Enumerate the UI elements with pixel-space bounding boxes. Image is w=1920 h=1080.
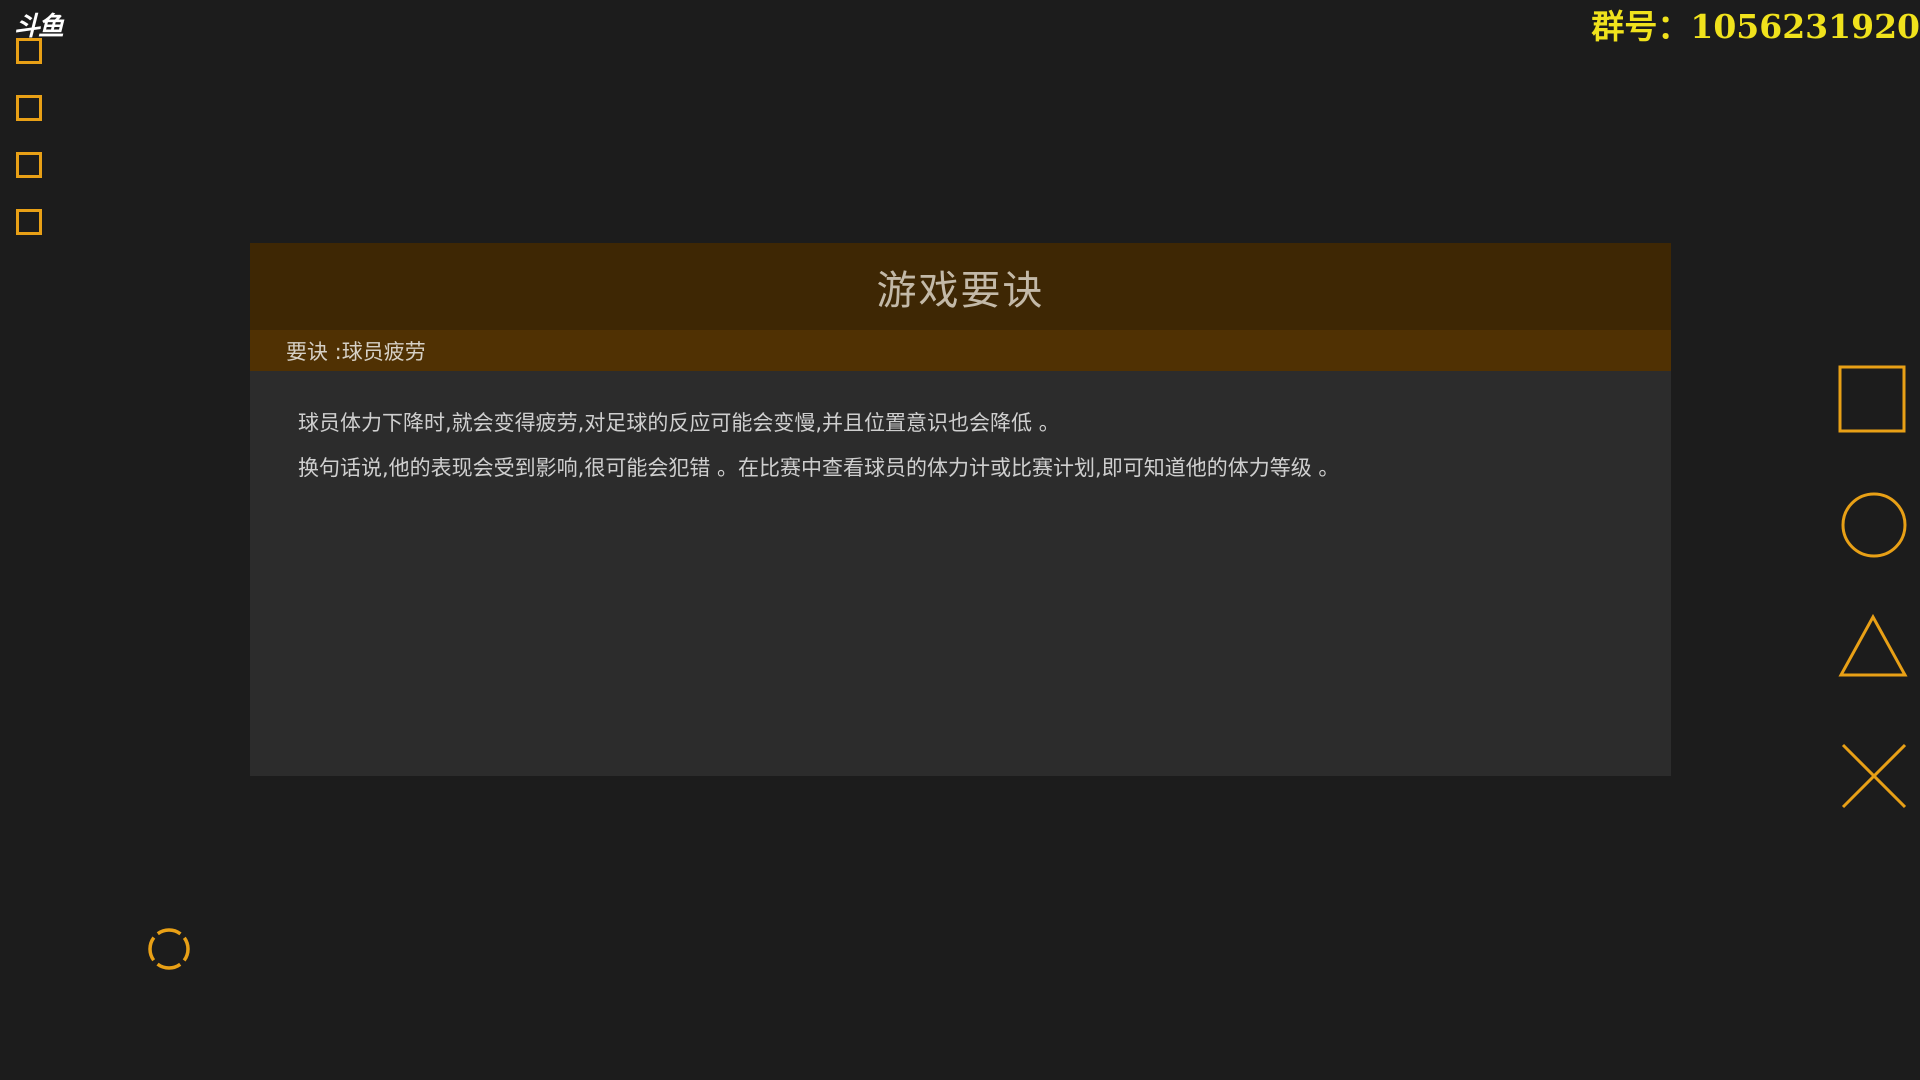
side-square-icon[interactable] <box>16 95 42 121</box>
game-screen: 斗鱼 群号：1056231920 游戏要诀 要诀 :球员疲劳 球员体力下降时,就… <box>0 0 1920 1080</box>
game-tip-panel: 游戏要诀 要诀 :球员疲劳 球员体力下降时,就会变得疲劳,对足球的反应可能会变慢… <box>250 243 1671 776</box>
target-button-icon[interactable] <box>146 926 192 972</box>
side-square-buttons <box>16 38 42 266</box>
circle-button-icon[interactable] <box>1840 491 1908 559</box>
group-id-overlay: 群号：1056231920 <box>1591 7 1920 46</box>
side-square-icon[interactable] <box>16 209 42 235</box>
tip-body: 球员体力下降时,就会变得疲劳,对足球的反应可能会变慢,并且位置意识也会降低 。 … <box>250 371 1671 491</box>
side-square-icon[interactable] <box>16 152 42 178</box>
tip-header: 游戏要诀 <box>250 243 1671 330</box>
tip-subtitle: 要诀 :球员疲劳 <box>250 330 1671 371</box>
tip-line: 球员体力下降时,就会变得疲劳,对足球的反应可能会变慢,并且位置意识也会降低 。 <box>298 411 1060 435</box>
square-button-icon[interactable] <box>1838 365 1906 433</box>
side-square-icon[interactable] <box>16 38 42 64</box>
tip-line: 换句话说,他的表现会受到影响,很可能会犯错 。在比赛中查看球员的体力计或比赛计划… <box>298 456 1340 480</box>
tip-title: 游戏要诀 <box>876 267 1045 314</box>
triangle-button-icon[interactable] <box>1838 614 1908 678</box>
cross-button-icon[interactable] <box>1840 742 1908 810</box>
